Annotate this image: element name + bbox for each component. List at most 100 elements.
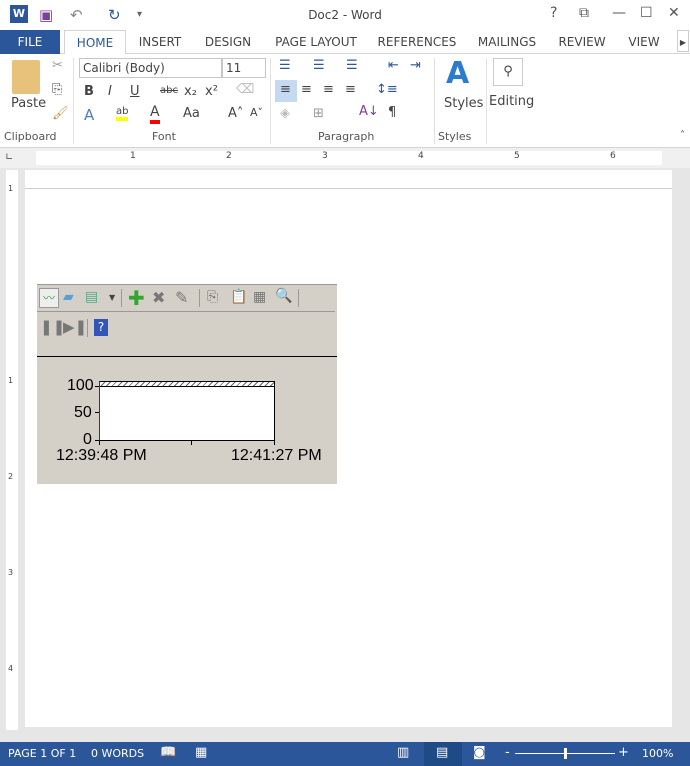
properties-icon[interactable]: ▦ (253, 289, 266, 305)
ribbon: Paste ✂ ⎘ 🖌 Clipboard Calibri (Body) 11 … (0, 54, 690, 148)
tab-design[interactable]: DESIGN (200, 30, 256, 54)
x-tick (274, 441, 275, 445)
tab-insert[interactable]: INSERT (132, 30, 188, 54)
shading-icon[interactable]: ◈ (280, 106, 290, 121)
editing-button[interactable]: Editing (489, 94, 534, 109)
highlight-button[interactable]: ab (116, 106, 129, 121)
tab-review[interactable]: REVIEW (556, 30, 608, 54)
scroll-tabs-right-icon[interactable]: ▶ (677, 30, 689, 52)
align-right-icon[interactable]: ≡ (323, 82, 334, 97)
tab-file[interactable]: FILE (0, 30, 60, 54)
ribbon-tabs: FILE HOME INSERT DESIGN PAGE LAYOUT REFE… (0, 30, 690, 55)
view-histogram-icon[interactable]: ▰ (63, 289, 74, 305)
font-name-select[interactable]: Calibri (Body) (79, 58, 222, 78)
italic-button[interactable]: I (108, 84, 112, 99)
highlight-pen-icon[interactable]: ✎ (175, 288, 188, 307)
ribbon-display-button[interactable]: ⧉ (579, 5, 589, 21)
group-label-paragraph: Paragraph (318, 130, 375, 143)
ruler-mark: 1 (8, 184, 14, 193)
clear-formatting-icon[interactable]: ⌫ (236, 82, 254, 97)
tab-selector-icon[interactable]: ∟ (5, 152, 13, 163)
proofing-icon[interactable]: 📖 (160, 745, 176, 760)
delete-counter-icon[interactable]: ✖ (152, 288, 165, 307)
paste-icon[interactable] (12, 60, 40, 94)
center-icon[interactable]: ≡ (301, 82, 312, 97)
maximize-button[interactable]: ☐ (640, 5, 653, 21)
subscript-button[interactable]: x₂ (184, 84, 197, 99)
decrease-indent-icon[interactable]: ⇤ (388, 58, 399, 73)
print-layout-icon: ▤ (436, 745, 449, 760)
text-effects-button[interactable]: A (84, 106, 94, 124)
shrink-font-button[interactable]: A˅ (250, 106, 263, 119)
styles-button[interactable]: Styles (444, 96, 483, 111)
freeze-display-icon[interactable]: ❚❚ (40, 318, 65, 336)
divider (73, 58, 74, 144)
cut-icon[interactable]: ✂ (52, 58, 63, 73)
grow-font-button[interactable]: A˄ (228, 106, 243, 121)
view-report-icon[interactable]: ▤ (85, 289, 98, 305)
divider (199, 289, 200, 307)
underline-button[interactable]: U (130, 84, 140, 99)
find-binoculars-icon[interactable]: ⚲ (493, 58, 523, 86)
view-dropdown-icon[interactable]: ▼ (109, 293, 115, 302)
increase-indent-icon[interactable]: ⇥ (410, 58, 421, 73)
strikethrough-button[interactable]: abc (160, 85, 178, 96)
word-count[interactable]: 0 WORDS (91, 747, 144, 760)
macro-icon[interactable]: ▦ (195, 745, 207, 760)
bullets-icon[interactable]: ☰ (279, 58, 291, 73)
sort-icon[interactable]: A↓ (359, 104, 379, 119)
line-spacing-icon[interactable]: ↕≡ (376, 82, 398, 97)
add-counter-icon[interactable]: ✚ (128, 286, 145, 310)
graph-plot-area[interactable] (99, 381, 275, 441)
ruler-mark: 2 (226, 151, 232, 161)
status-bar: PAGE 1 OF 1 0 WORDS 📖 ▦ ▥ ▤ ◙ - + 100% (0, 742, 690, 766)
help-icon[interactable]: ? (94, 319, 108, 336)
zoom-level[interactable]: 100% (642, 747, 673, 760)
y-tick-label: 50 (74, 404, 92, 421)
zoom-out-button[interactable]: - (505, 745, 510, 760)
close-button[interactable]: ✕ (668, 5, 680, 21)
bold-button[interactable]: B (84, 84, 94, 99)
superscript-button[interactable]: x² (205, 84, 218, 99)
paste-counters-icon[interactable]: 📋 (230, 289, 247, 305)
ruler-area[interactable]: 1 2 3 4 5 6 (36, 151, 662, 165)
font-color-button[interactable]: A (150, 104, 160, 124)
graph-separator (37, 356, 337, 357)
styles-icon[interactable]: A (446, 56, 469, 91)
divider (486, 58, 487, 144)
tab-mailings[interactable]: MAILINGS (472, 30, 542, 54)
numbering-icon[interactable]: ☰ (313, 58, 325, 73)
show-formatting-button[interactable]: ¶ (388, 105, 396, 120)
change-case-button[interactable]: Aa (183, 106, 200, 121)
read-mode-icon[interactable]: ▥ (397, 745, 409, 760)
justify-icon[interactable]: ≡ (345, 82, 356, 97)
divider (121, 289, 122, 307)
vertical-ruler[interactable]: 1 1 2 3 4 (6, 170, 18, 730)
view-graph-icon[interactable]: 〰 (39, 288, 59, 308)
help-button[interactable]: ? (550, 5, 557, 21)
copy-icon[interactable]: ⎘ (52, 82, 62, 97)
minimize-button[interactable]: — (612, 5, 626, 21)
font-size-select[interactable]: 11 (222, 58, 266, 78)
zoom-slider-thumb[interactable] (564, 748, 567, 759)
zoom-icon[interactable]: 🔍 (275, 288, 292, 304)
tab-home[interactable]: HOME (64, 30, 126, 55)
borders-icon[interactable]: ⊞ (313, 106, 324, 121)
divider (270, 58, 271, 144)
tab-page-layout[interactable]: PAGE LAYOUT (270, 30, 362, 54)
paste-button[interactable]: Paste (11, 96, 46, 111)
web-layout-icon[interactable]: ◙ (473, 745, 486, 760)
format-painter-icon[interactable]: 🖌 (52, 106, 69, 121)
zoom-in-button[interactable]: + (618, 745, 629, 760)
ruler-mark: 6 (610, 151, 616, 161)
page-count[interactable]: PAGE 1 OF 1 (8, 747, 76, 760)
update-data-icon[interactable]: ▶❚ (63, 318, 87, 336)
performance-monitor-control[interactable]: 〰 ▰ ▤ ▼ ✚ ✖ ✎ ⎘ 📋 ▦ 🔍 ❚❚ ▶❚ ? 100 50 0 1… (37, 284, 337, 484)
collapse-ribbon-icon[interactable]: ˄ (680, 130, 685, 141)
multilevel-list-icon[interactable]: ☰ (346, 58, 358, 73)
tab-view[interactable]: VIEW (622, 30, 666, 54)
copy-properties-icon[interactable]: ⎘ (207, 289, 218, 305)
group-label-clipboard: Clipboard (4, 130, 57, 143)
y-tick-label: 100 (67, 377, 94, 394)
tab-references[interactable]: REFERENCES (377, 30, 457, 54)
